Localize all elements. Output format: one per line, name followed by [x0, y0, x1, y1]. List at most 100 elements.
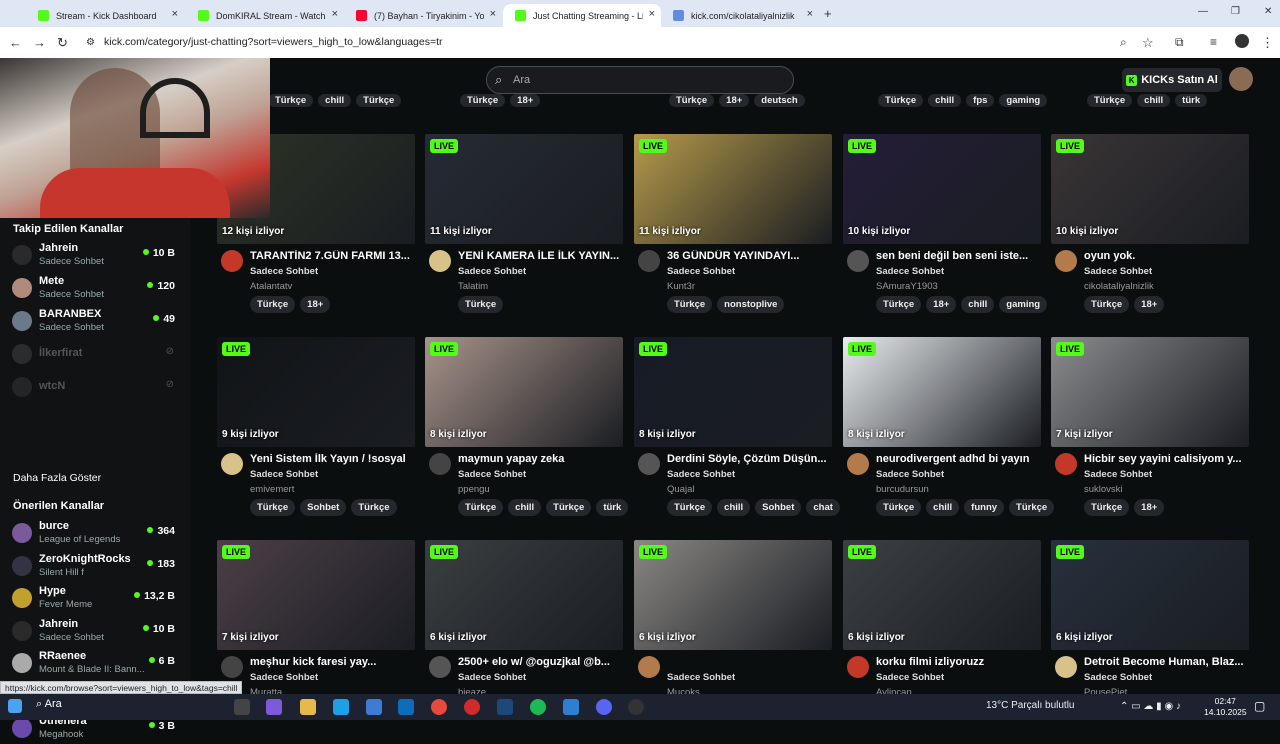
tab-close-icon[interactable]: × [332, 8, 338, 20]
copilot-icon[interactable] [266, 699, 282, 715]
steam-icon[interactable] [497, 699, 513, 715]
stream-category[interactable]: Sadece Sohbet [250, 672, 318, 683]
stream-thumbnail[interactable]: LIVE 8 kişi izliyor [634, 337, 832, 447]
tag-chip[interactable]: chat [806, 499, 840, 516]
channel-name[interactable]: cikolataliyalnizlik [1084, 281, 1154, 292]
stream-card[interactable]: LIVE 11 kişi izliyor 36 GÜNDÜR YAYINDAYI..… [634, 134, 832, 334]
stream-thumbnail[interactable]: LIVE 7 kişi izliyor [1051, 337, 1249, 447]
tag-chip[interactable]: funny [964, 499, 1005, 516]
stream-title[interactable]: meşhur kick faresi yay... [250, 656, 412, 668]
tag-chip[interactable]: gaming [999, 296, 1048, 313]
stream-category[interactable]: Sadece Sohbet [1084, 266, 1152, 277]
reload-icon[interactable]: ↻ [57, 35, 68, 51]
sidebar-followed-channel[interactable]: BARANBEX Sadece Sohbet 49 [12, 307, 182, 337]
stream-title[interactable]: Hicbir sey yayini calisiyom y... [1084, 453, 1246, 465]
tag-chip[interactable]: Türkçe [250, 296, 296, 313]
forward-icon[interactable]: → [33, 35, 46, 50]
sidebar-followed-channel[interactable]: İlkerfirat ⊘ [12, 340, 182, 370]
minimize-icon[interactable]: — [1198, 6, 1208, 17]
tag-chip[interactable]: Türkçe [351, 499, 397, 516]
tag-chip[interactable]: Türkçe [1084, 296, 1130, 313]
stream-title[interactable]: 36 GÜNDÜR YAYINDAYI... [667, 250, 829, 262]
tag-chip[interactable]: chill [717, 499, 751, 516]
spotify-icon[interactable] [530, 699, 546, 715]
chrome-icon[interactable] [431, 699, 447, 715]
channel-name[interactable]: Talatim [458, 281, 488, 292]
channel-name[interactable]: Kunt3r [667, 281, 695, 292]
stream-title[interactable]: Derdini Söyle, Çözüm Düşün... [667, 453, 829, 465]
channel-avatar[interactable] [1055, 453, 1077, 475]
stream-title[interactable]: YENİ KAMERA İLE İLK YAYIN... [458, 250, 620, 262]
stream-card[interactable]: LIVE 10 kişi izliyor sen beni değil ben se… [843, 134, 1048, 334]
browser-tab[interactable]: Just Chatting Streaming - Live S × [503, 4, 661, 27]
channel-avatar[interactable] [221, 656, 243, 678]
channel-avatar[interactable] [429, 453, 451, 475]
tag-chip[interactable]: Türkçe [667, 296, 713, 313]
edge-icon[interactable] [333, 699, 349, 715]
tag-chip[interactable]: chill [926, 499, 960, 516]
browser-tab[interactable]: (7) Bayhan - Tiryakinim - YouTu × [344, 4, 502, 27]
stream-card[interactable]: LIVE 10 kişi izliyor oyun yok. Sadece Sohbe… [1051, 134, 1249, 334]
tag-chip[interactable]: 18+ [1134, 499, 1165, 516]
system-tray-icons[interactable]: ⌃ ▭ ☁ ▮ ◉ ♪ [1120, 701, 1181, 712]
stream-thumbnail[interactable]: LIVE 11 kişi izliyor [634, 134, 832, 244]
tag-chip[interactable]: Türkçe [876, 499, 922, 516]
stream-category[interactable]: Sadece Sohbet [667, 469, 735, 480]
obs-icon[interactable] [628, 699, 644, 715]
stream-thumbnail[interactable]: LIVE 6 kişi izliyor [634, 540, 832, 650]
tab-close-icon[interactable]: × [172, 8, 178, 20]
sidebar-followed-channel[interactable]: Mete Sadece Sohbet 120 [12, 274, 182, 304]
stream-title[interactable]: oyun yok. [1084, 250, 1246, 262]
stream-thumbnail[interactable]: LIVE 10 kişi izliyor [1051, 134, 1249, 244]
tag-chip[interactable]: Türkçe [1009, 499, 1055, 516]
stream-category[interactable]: Sadece Sohbet [250, 469, 318, 480]
tag-chip[interactable]: Türkçe [876, 296, 922, 313]
sidebar-recommended-channel[interactable]: Hype Fever Meme 13,2 B [12, 584, 182, 614]
channel-name[interactable]: burcudursun [876, 484, 929, 495]
media-control-icon[interactable]: ≡ [1210, 35, 1217, 49]
back-icon[interactable]: ← [9, 35, 22, 50]
stream-card[interactable]: LIVE 8 kişi izliyor neurodivergent adhd bi… [843, 337, 1055, 537]
tag-chip[interactable]: Türkçe [250, 499, 296, 516]
tag-chip[interactable]: nonstoplive [717, 296, 785, 313]
weather-widget[interactable]: 13°C Parçalı bulutlu [986, 700, 1075, 711]
stream-card[interactable]: LIVE 11 kişi izliyor YENİ KAMERA İLE İLK Y… [425, 134, 623, 334]
sidebar-recommended-channel[interactable]: Jahrein Sadece Sohbet 10 B [12, 617, 182, 647]
stream-category[interactable]: Sadece Sohbet [1084, 672, 1152, 683]
stream-title[interactable]: neurodivergent adhd bi yayın [876, 453, 1038, 465]
clock[interactable]: 02:47 14.10.2025 [1204, 696, 1247, 718]
notification-icon[interactable]: ▢ [1254, 699, 1265, 713]
url-field[interactable]: kick.com/category/just-chatting?sort=vie… [104, 36, 443, 48]
channel-name[interactable]: SAmuraY1903 [876, 281, 938, 292]
channel-avatar[interactable] [221, 453, 243, 475]
stream-title[interactable]: sen beni değil ben seni iste... [876, 250, 1038, 262]
tag-chip[interactable]: chill [961, 296, 995, 313]
stream-category[interactable]: Sadece Sohbet [458, 266, 526, 277]
stream-thumbnail[interactable]: LIVE 7 kişi izliyor [217, 540, 415, 650]
tab-close-icon[interactable]: × [649, 8, 655, 20]
stream-title[interactable]: Detroit Become Human, Blaz... [1084, 656, 1246, 668]
tag-chip[interactable]: Türkçe [667, 499, 713, 516]
stream-thumbnail[interactable]: LIVE 9 kişi izliyor [217, 337, 415, 447]
stream-title[interactable]: korku filmi izliyoruzz [876, 656, 1038, 668]
channel-name[interactable]: Atalantatv [250, 281, 292, 292]
channel-name[interactable]: Quajal [667, 484, 694, 495]
tag-chip[interactable]: Sohbet [300, 499, 347, 516]
channel-avatar[interactable] [847, 453, 869, 475]
browser-tab[interactable]: DomKIRAL Stream - Watch Live × [186, 4, 344, 27]
tag-chip[interactable]: 18+ [300, 296, 331, 313]
sidebar-followed-channel[interactable]: Jahrein Sadece Sohbet 10 B [12, 241, 182, 271]
stream-title[interactable]: TARANTİN2 7.GÜN FARMI 13... [250, 250, 412, 262]
sidebar-recommended-channel[interactable]: burce League of Legends 364 [12, 519, 182, 549]
extensions-icon[interactable]: ⧉ [1175, 35, 1184, 50]
stream-category[interactable]: Sadece Sohbet [1084, 469, 1152, 480]
windows-start-icon[interactable] [8, 699, 22, 713]
channel-avatar[interactable] [847, 250, 869, 272]
sidebar-followed-channel[interactable]: wtcN ⊘ [12, 373, 182, 403]
stream-thumbnail[interactable]: LIVE 8 kişi izliyor [425, 337, 623, 447]
sidebar-recommended-channel[interactable]: ZeroKnightRocks Silent Hill f 183 [12, 552, 182, 582]
tag-chip[interactable]: Sohbet [755, 499, 802, 516]
channel-avatar[interactable] [429, 656, 451, 678]
channel-avatar[interactable] [1055, 656, 1077, 678]
stream-title[interactable]: 2500+ elo w/ @oguzjkal @b... [458, 656, 620, 668]
